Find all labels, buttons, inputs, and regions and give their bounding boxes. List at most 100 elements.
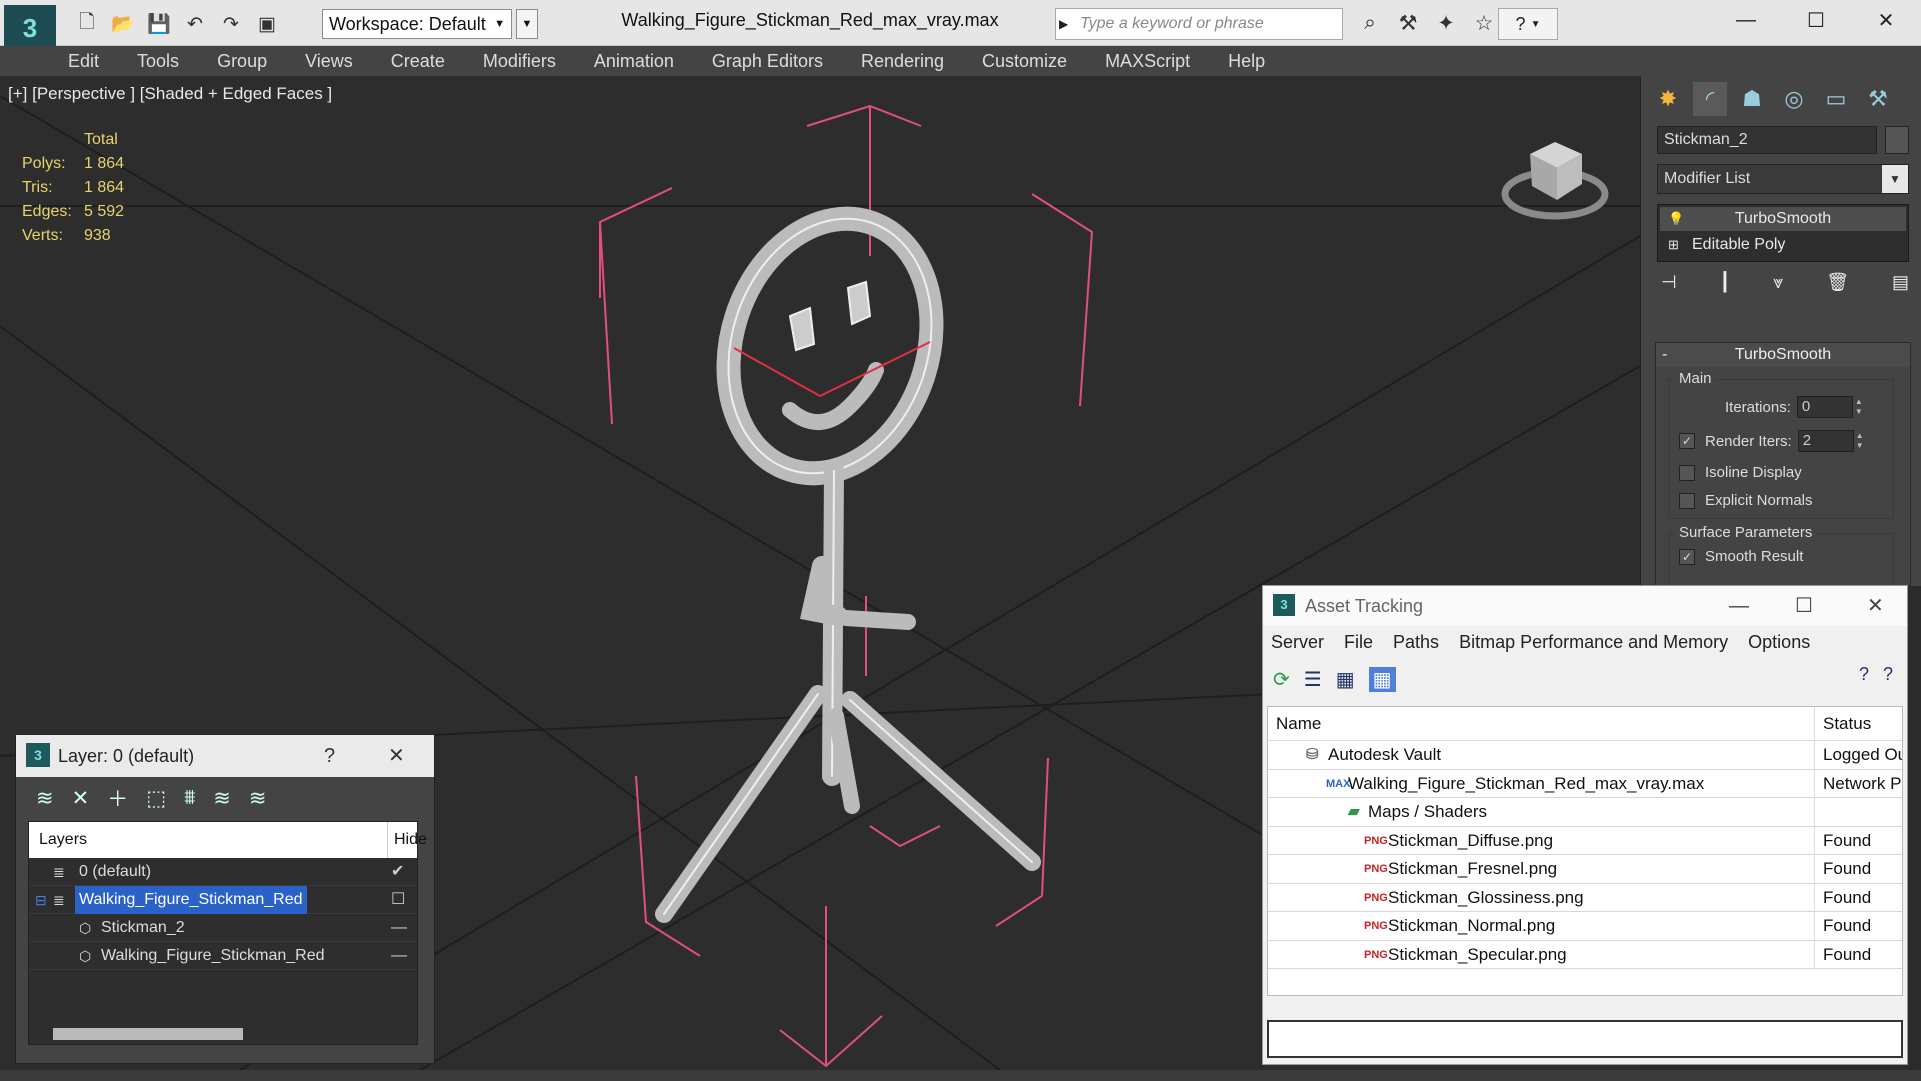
display-tab-icon[interactable]: ▭ xyxy=(1819,82,1853,116)
app-logo-icon[interactable]: 3 xyxy=(4,5,56,51)
favorites-star-icon[interactable]: ☆ xyxy=(1470,8,1498,38)
new-layer-icon[interactable]: ≋ xyxy=(36,786,54,811)
spinner-arrows-icon[interactable]: ▲ ▼ xyxy=(1856,431,1866,451)
object-row[interactable]: ⬡ Walking_Figure_Stickman_Red — xyxy=(29,942,417,970)
new-file-icon[interactable]: 🗋 xyxy=(72,10,102,38)
context-help-icon[interactable]: ? xyxy=(1883,664,1893,685)
pin-stack-icon[interactable]: ⊣ xyxy=(1661,272,1677,302)
menu-tools[interactable]: Tools xyxy=(137,51,179,72)
delete-layer-icon[interactable]: ✕ xyxy=(72,786,90,811)
horizontal-scrollbar[interactable] xyxy=(53,1028,243,1040)
menu-modifiers[interactable]: Modifiers xyxy=(483,51,556,72)
viewcube-icon[interactable] xyxy=(1500,124,1610,224)
communication-icon[interactable]: ✦ xyxy=(1432,8,1460,38)
column-hide[interactable]: Hide xyxy=(387,822,427,858)
layer-panel-titlebar[interactable]: 3 Layer: 0 (default) ? ✕ xyxy=(16,735,434,777)
iterations-spinner[interactable]: 0 xyxy=(1796,396,1853,418)
menu-animation[interactable]: Animation xyxy=(594,51,674,72)
menu-help[interactable]: Help xyxy=(1228,51,1265,72)
hierarchy-tab-icon[interactable]: ☗ xyxy=(1735,82,1769,116)
rollout-header[interactable]: - TurboSmooth xyxy=(1656,343,1910,367)
menu-file[interactable]: File xyxy=(1344,632,1373,653)
column-status[interactable]: Status xyxy=(1814,707,1871,741)
asset-tracking-titlebar[interactable]: 3 Asset Tracking — ☐ ✕ xyxy=(1263,586,1907,626)
configure-modifier-sets-icon[interactable]: ▤ xyxy=(1892,272,1909,302)
render-iters-checkbox[interactable]: ✓ xyxy=(1679,433,1695,449)
list-view-icon[interactable]: ☰ xyxy=(1304,667,1322,692)
layer-row[interactable]: ⊟ ≣ Walking_Figure_Stickman_Red ☐ xyxy=(29,886,417,914)
checkmark-icon[interactable]: ✔ xyxy=(391,858,404,886)
menu-options[interactable]: Options xyxy=(1748,632,1810,653)
maximize-icon[interactable]: ☐ xyxy=(1781,0,1851,40)
set-current-layer-icon[interactable]: ≋ xyxy=(213,786,231,811)
column-name[interactable]: Name xyxy=(1276,707,1321,741)
column-layers[interactable]: Layers xyxy=(39,831,87,848)
save-icon[interactable]: 💾 xyxy=(144,10,174,38)
menu-maxscript[interactable]: MAXScript xyxy=(1105,51,1190,72)
remove-modifier-icon[interactable]: 🗑 xyxy=(1826,272,1849,302)
workspace-options-button[interactable]: ▼ xyxy=(516,9,538,39)
collapse-minus-icon[interactable]: ⊟ xyxy=(35,886,47,914)
table-view-icon[interactable]: ▦ xyxy=(1368,666,1396,692)
asset-path-field[interactable] xyxy=(1267,1020,1903,1058)
asset-row[interactable]: ⛁ Autodesk Vault Logged Out xyxy=(1268,741,1902,770)
motion-tab-icon[interactable]: ◎ xyxy=(1777,82,1811,116)
add-selection-icon[interactable]: ＋ xyxy=(107,783,128,813)
help-button[interactable]: ? ▼ xyxy=(1498,8,1558,40)
close-icon[interactable]: ✕ xyxy=(388,735,405,777)
menu-bitmap-performance[interactable]: Bitmap Performance and Memory xyxy=(1459,632,1728,653)
close-icon[interactable]: ✕ xyxy=(1867,586,1884,626)
asset-row[interactable]: PNG Stickman_Diffuse.png Found xyxy=(1268,826,1902,855)
open-file-icon[interactable]: 📂 xyxy=(108,10,138,38)
menu-rendering[interactable]: Rendering xyxy=(861,51,944,72)
menu-group[interactable]: Group xyxy=(217,51,267,72)
workspace-dropdown[interactable]: Workspace: Default ▼ xyxy=(322,9,512,39)
expand-plus-icon[interactable]: ⊞ xyxy=(1668,233,1679,257)
menu-views[interactable]: Views xyxy=(305,51,353,72)
light-bulb-icon[interactable]: 💡 xyxy=(1668,207,1684,231)
isoline-display-checkbox[interactable] xyxy=(1679,464,1695,481)
stack-item-editable-poly[interactable]: ⊞ Editable Poly xyxy=(1660,233,1906,257)
menu-edit[interactable]: Edit xyxy=(68,51,99,72)
project-folder-icon[interactable]: ▣ xyxy=(252,10,282,38)
refresh-icon[interactable]: ⟳ xyxy=(1273,667,1290,692)
explicit-normals-checkbox[interactable] xyxy=(1679,492,1695,509)
highlight-layer-icon[interactable]: ⩩ xyxy=(184,786,195,810)
modifier-list-dropdown[interactable]: Modifier List ▼ xyxy=(1657,164,1909,194)
menu-create[interactable]: Create xyxy=(391,51,445,72)
smooth-result-checkbox[interactable]: ✓ xyxy=(1679,548,1695,565)
help-icon[interactable]: ? xyxy=(324,735,335,777)
search-input[interactable]: ▶ Type a keyword or phrase xyxy=(1055,8,1343,40)
menu-graph-editors[interactable]: Graph Editors xyxy=(712,51,823,72)
render-iters-spinner[interactable]: 2 xyxy=(1797,430,1854,452)
menu-paths[interactable]: Paths xyxy=(1393,632,1439,653)
hide-toggle-icon[interactable]: — xyxy=(391,914,407,942)
create-tab-icon[interactable]: ✸ xyxy=(1651,82,1685,116)
maximize-icon[interactable]: ☐ xyxy=(1795,586,1813,626)
minimize-icon[interactable]: — xyxy=(1711,0,1781,40)
asset-row[interactable]: MAX Walking_Figure_Stickman_Red_max_vray.… xyxy=(1268,769,1902,798)
asset-row[interactable]: PNG Stickman_Glossiness.png Found xyxy=(1268,883,1902,912)
close-icon[interactable]: ✕ xyxy=(1851,0,1921,40)
binoculars-icon[interactable]: ⌕ xyxy=(1356,8,1384,38)
hide-toggle-icon[interactable]: — xyxy=(391,942,407,970)
undo-icon[interactable]: ↶ xyxy=(180,10,210,38)
help-icon[interactable]: ? xyxy=(1859,664,1869,685)
hide-toggle-icon[interactable]: ☐ xyxy=(391,886,405,914)
make-unique-icon[interactable]: ⩔ xyxy=(1773,272,1783,302)
layer-properties-icon[interactable]: ≋ xyxy=(249,786,267,811)
viewport-label[interactable]: [+] [Perspective ] [Shaded + Edged Faces… xyxy=(8,84,332,104)
select-objects-icon[interactable]: ⬚ xyxy=(146,786,166,811)
key-tools-icon[interactable]: ⚒ xyxy=(1394,8,1422,38)
asset-row[interactable]: PNG Stickman_Normal.png Found xyxy=(1268,912,1902,941)
asset-row[interactable]: ▰ Maps / Shaders xyxy=(1268,798,1902,827)
thumbnail-view-icon[interactable]: ▦ xyxy=(1336,667,1355,692)
asset-row[interactable]: PNG Stickman_Fresnel.png Found xyxy=(1268,855,1902,884)
layer-row[interactable]: ≣ 0 (default) ✔ xyxy=(29,858,417,886)
asset-row[interactable]: PNG Stickman_Specular.png Found xyxy=(1268,940,1902,969)
modify-tab-icon[interactable]: ◜ xyxy=(1693,82,1727,116)
show-end-result-icon[interactable]: ┃ xyxy=(1720,272,1731,302)
menu-server[interactable]: Server xyxy=(1271,632,1324,653)
menu-customize[interactable]: Customize xyxy=(982,51,1067,72)
object-color-swatch[interactable] xyxy=(1885,126,1909,154)
